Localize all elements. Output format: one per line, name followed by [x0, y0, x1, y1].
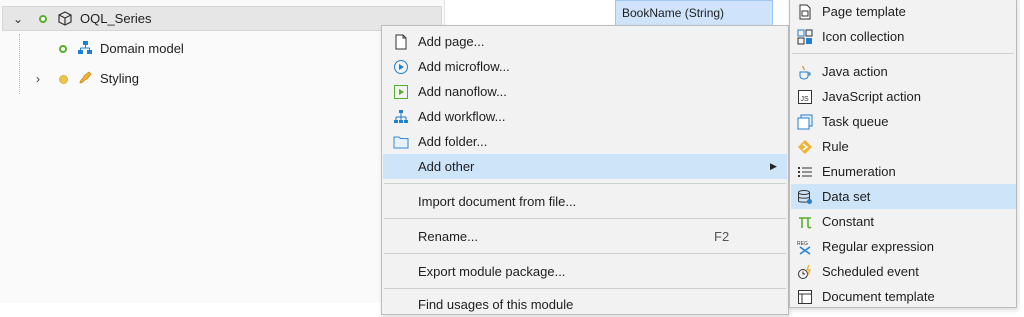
menu-item-add-microflow[interactable]: Add microflow... [383, 54, 787, 79]
menu-divider [384, 183, 786, 184]
submenu-item-label: Regular expression [822, 239, 935, 254]
add-other-submenu: Page template Icon collection Java actio… [789, 0, 1017, 308]
column-header[interactable]: BookName (String) [615, 0, 773, 26]
menu-item-label: Add workflow... [418, 109, 506, 124]
submenu-item-document-template[interactable]: Document template [791, 284, 1016, 309]
submenu-item-page-template[interactable]: Page template [791, 0, 1016, 24]
submenu-item-constant[interactable]: Constant [791, 209, 1016, 234]
data-set-icon [798, 189, 812, 204]
menu-divider [384, 253, 786, 254]
submenu-item-label: Java action [822, 64, 888, 79]
menu-item-add-folder[interactable]: Add folder... [383, 129, 787, 154]
submenu-item-label: Data set [822, 189, 871, 204]
submenu-item-rule[interactable]: Rule [791, 134, 1016, 159]
menu-item-label: Export module package... [418, 264, 566, 279]
status-dot-icon [59, 45, 67, 53]
menu-item-add-page[interactable]: Add page... [383, 29, 787, 54]
icon-collection-icon [797, 29, 813, 44]
menu-item-label: Add page... [418, 34, 485, 49]
menu-divider [384, 288, 786, 289]
tree-item-label: OQL_Series [80, 11, 152, 26]
domain-model-icon [78, 41, 92, 54]
nanoflow-icon [394, 84, 408, 99]
submenu-item-label: Rule [822, 139, 849, 154]
document-template-icon [798, 289, 812, 304]
menu-item-label: Add other [418, 159, 475, 174]
status-dot-icon [39, 15, 47, 23]
task-queue-icon [797, 114, 813, 129]
chevron-right-icon[interactable]: › [31, 72, 45, 86]
tree-item-oql-series[interactable]: ⌄ OQL_Series [2, 6, 442, 31]
menu-divider [384, 218, 786, 219]
svg-text:JS: JS [801, 96, 810, 103]
constant-icon [799, 216, 812, 228]
menu-item-add-workflow[interactable]: Add workflow... [383, 104, 787, 129]
menu-item-label: Add microflow... [418, 59, 510, 74]
regular-expression-icon: REG [797, 241, 811, 255]
submenu-item-icon-collection[interactable]: Icon collection [791, 24, 1016, 49]
tree-item-label: Domain model [100, 41, 184, 56]
page-icon [395, 34, 407, 49]
javascript-action-icon: JS [798, 89, 812, 104]
menu-item-label: Rename... [418, 229, 478, 244]
menu-item-add-nanoflow[interactable]: Add nanoflow... [383, 79, 787, 104]
submenu-arrow-icon: ▶ [770, 161, 777, 171]
menu-item-rename[interactable]: Rename... F2 [383, 224, 787, 249]
menu-item-export-module[interactable]: Export module package... [383, 259, 787, 284]
scheduled-event-icon [798, 264, 812, 279]
menu-item-add-other[interactable]: Add other ▶ [383, 154, 787, 179]
submenu-item-label: Icon collection [822, 29, 905, 44]
submenu-item-scheduled-event[interactable]: Scheduled event [791, 259, 1016, 284]
submenu-divider [792, 53, 1014, 54]
menu-item-label: Add nanoflow... [418, 84, 507, 99]
submenu-item-label: Enumeration [822, 164, 896, 179]
shortcut-label: F2 [714, 229, 730, 244]
submenu-item-label: Task queue [822, 114, 889, 129]
menu-item-import-document[interactable]: Import document from file... [383, 189, 787, 214]
tree-item-label: Styling [100, 71, 140, 86]
svg-text:REG: REG [797, 241, 808, 247]
module-icon [58, 11, 72, 26]
submenu-item-regular-expression[interactable]: REG Regular expression [791, 234, 1016, 259]
menu-item-label: Add folder... [418, 134, 488, 149]
submenu-item-data-set[interactable]: Data set [791, 184, 1016, 209]
submenu-item-label: JavaScript action [822, 89, 921, 104]
submenu-item-java-action[interactable]: Java action [791, 59, 1016, 84]
rule-icon [798, 139, 812, 154]
submenu-item-label: Scheduled event [822, 264, 919, 279]
enumeration-icon [798, 166, 812, 177]
tree-item-domain-model[interactable]: Domain model [0, 36, 440, 61]
status-dot-icon [59, 75, 68, 84]
folder-icon [393, 136, 409, 148]
chevron-down-icon[interactable]: ⌄ [11, 12, 25, 26]
submenu-item-task-queue[interactable]: Task queue [791, 109, 1016, 134]
menu-item-find-usages[interactable]: Find usages of this module [383, 292, 787, 317]
submenu-item-enumeration[interactable]: Enumeration [791, 159, 1016, 184]
submenu-item-label: Page template [822, 4, 906, 19]
menu-item-label: Find usages of this module [418, 297, 574, 312]
context-menu: Add page... Add microflow... Add nanoflo… [381, 25, 789, 315]
workflow-icon [394, 109, 408, 123]
java-action-icon [799, 65, 811, 80]
menu-item-label: Import document from file... [418, 194, 577, 209]
tree-item-styling[interactable]: › Styling [0, 66, 440, 91]
submenu-item-javascript-action[interactable]: JS JavaScript action [791, 84, 1016, 109]
project-explorer: ⌄ OQL_Series Domain model › Styling [0, 0, 445, 303]
microflow-icon [394, 59, 408, 74]
submenu-item-label: Document template [822, 289, 935, 304]
styling-icon [79, 71, 92, 84]
submenu-item-label: Constant [822, 214, 875, 229]
page-template-icon [799, 4, 811, 19]
